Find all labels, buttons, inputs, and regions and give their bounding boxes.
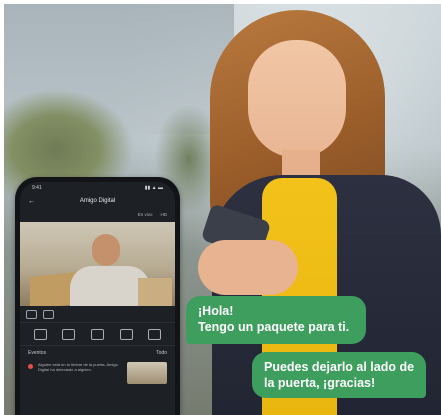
courier-message-bubble: ¡Hola! Tengo un paquete para ti. <box>186 296 366 344</box>
back-arrow-icon[interactable]: ← <box>28 198 40 205</box>
camera-icon[interactable] <box>119 328 133 340</box>
event-text: Alguien está en tu timbre de la puerta. … <box>38 362 118 372</box>
events-header: Eventos Todo <box>20 346 175 360</box>
reply-message-line1: Puedes dejarlo al lado de <box>264 360 415 374</box>
video-sub-header: En vivo HD <box>20 208 175 220</box>
courier-message-line1: ¡Hola! <box>198 304 234 318</box>
status-time: 9:41 <box>32 185 42 191</box>
marketing-scene: 9:41 ▮▮ ▲ ▬ ← Amigo Digital En vivo HD E… <box>0 0 441 415</box>
action-bar <box>20 322 175 346</box>
parcel-box-small <box>138 278 172 306</box>
status-bar: 9:41 ▮▮ ▲ ▬ <box>20 182 175 194</box>
courier-head <box>92 234 120 266</box>
woman-face <box>248 40 346 158</box>
microphone-icon[interactable] <box>90 328 104 340</box>
event-item[interactable]: Alguien está en tu timbre de la puerta. … <box>20 360 175 386</box>
screen-title: Amigo Digital <box>79 198 116 204</box>
events-label: Eventos <box>28 350 47 356</box>
fullscreen-icon[interactable] <box>43 309 54 319</box>
record-icon[interactable] <box>62 328 76 340</box>
status-icons: ▮▮ ▲ ▬ <box>144 185 163 191</box>
woman-hand <box>198 240 298 295</box>
event-alert-icon <box>28 364 33 369</box>
foreground-phone: 9:41 ▮▮ ▲ ▬ ← Amigo Digital En vivo HD E… <box>15 177 180 415</box>
reply-message-bubble: Puedes dejarlo al lado de la puerta, ¡gr… <box>252 352 426 398</box>
speaker-icon[interactable] <box>26 309 37 319</box>
screenshot-icon[interactable] <box>33 328 47 340</box>
video-controls <box>20 306 175 322</box>
live-label: En vivo <box>137 211 153 217</box>
reply-message-line2: la puerta, ¡gracias! <box>264 376 376 390</box>
live-video-feed[interactable] <box>20 222 175 306</box>
event-thumbnail[interactable] <box>127 362 167 384</box>
more-icon[interactable] <box>148 328 162 340</box>
courier-message-line2: Tengo un paquete para ti. <box>198 320 350 334</box>
quality-toggle[interactable]: HD <box>161 212 168 217</box>
events-link[interactable]: Todo <box>156 350 167 356</box>
app-header: ← Amigo Digital <box>20 194 175 208</box>
phone-screen: 9:41 ▮▮ ▲ ▬ ← Amigo Digital En vivo HD E… <box>20 182 175 415</box>
